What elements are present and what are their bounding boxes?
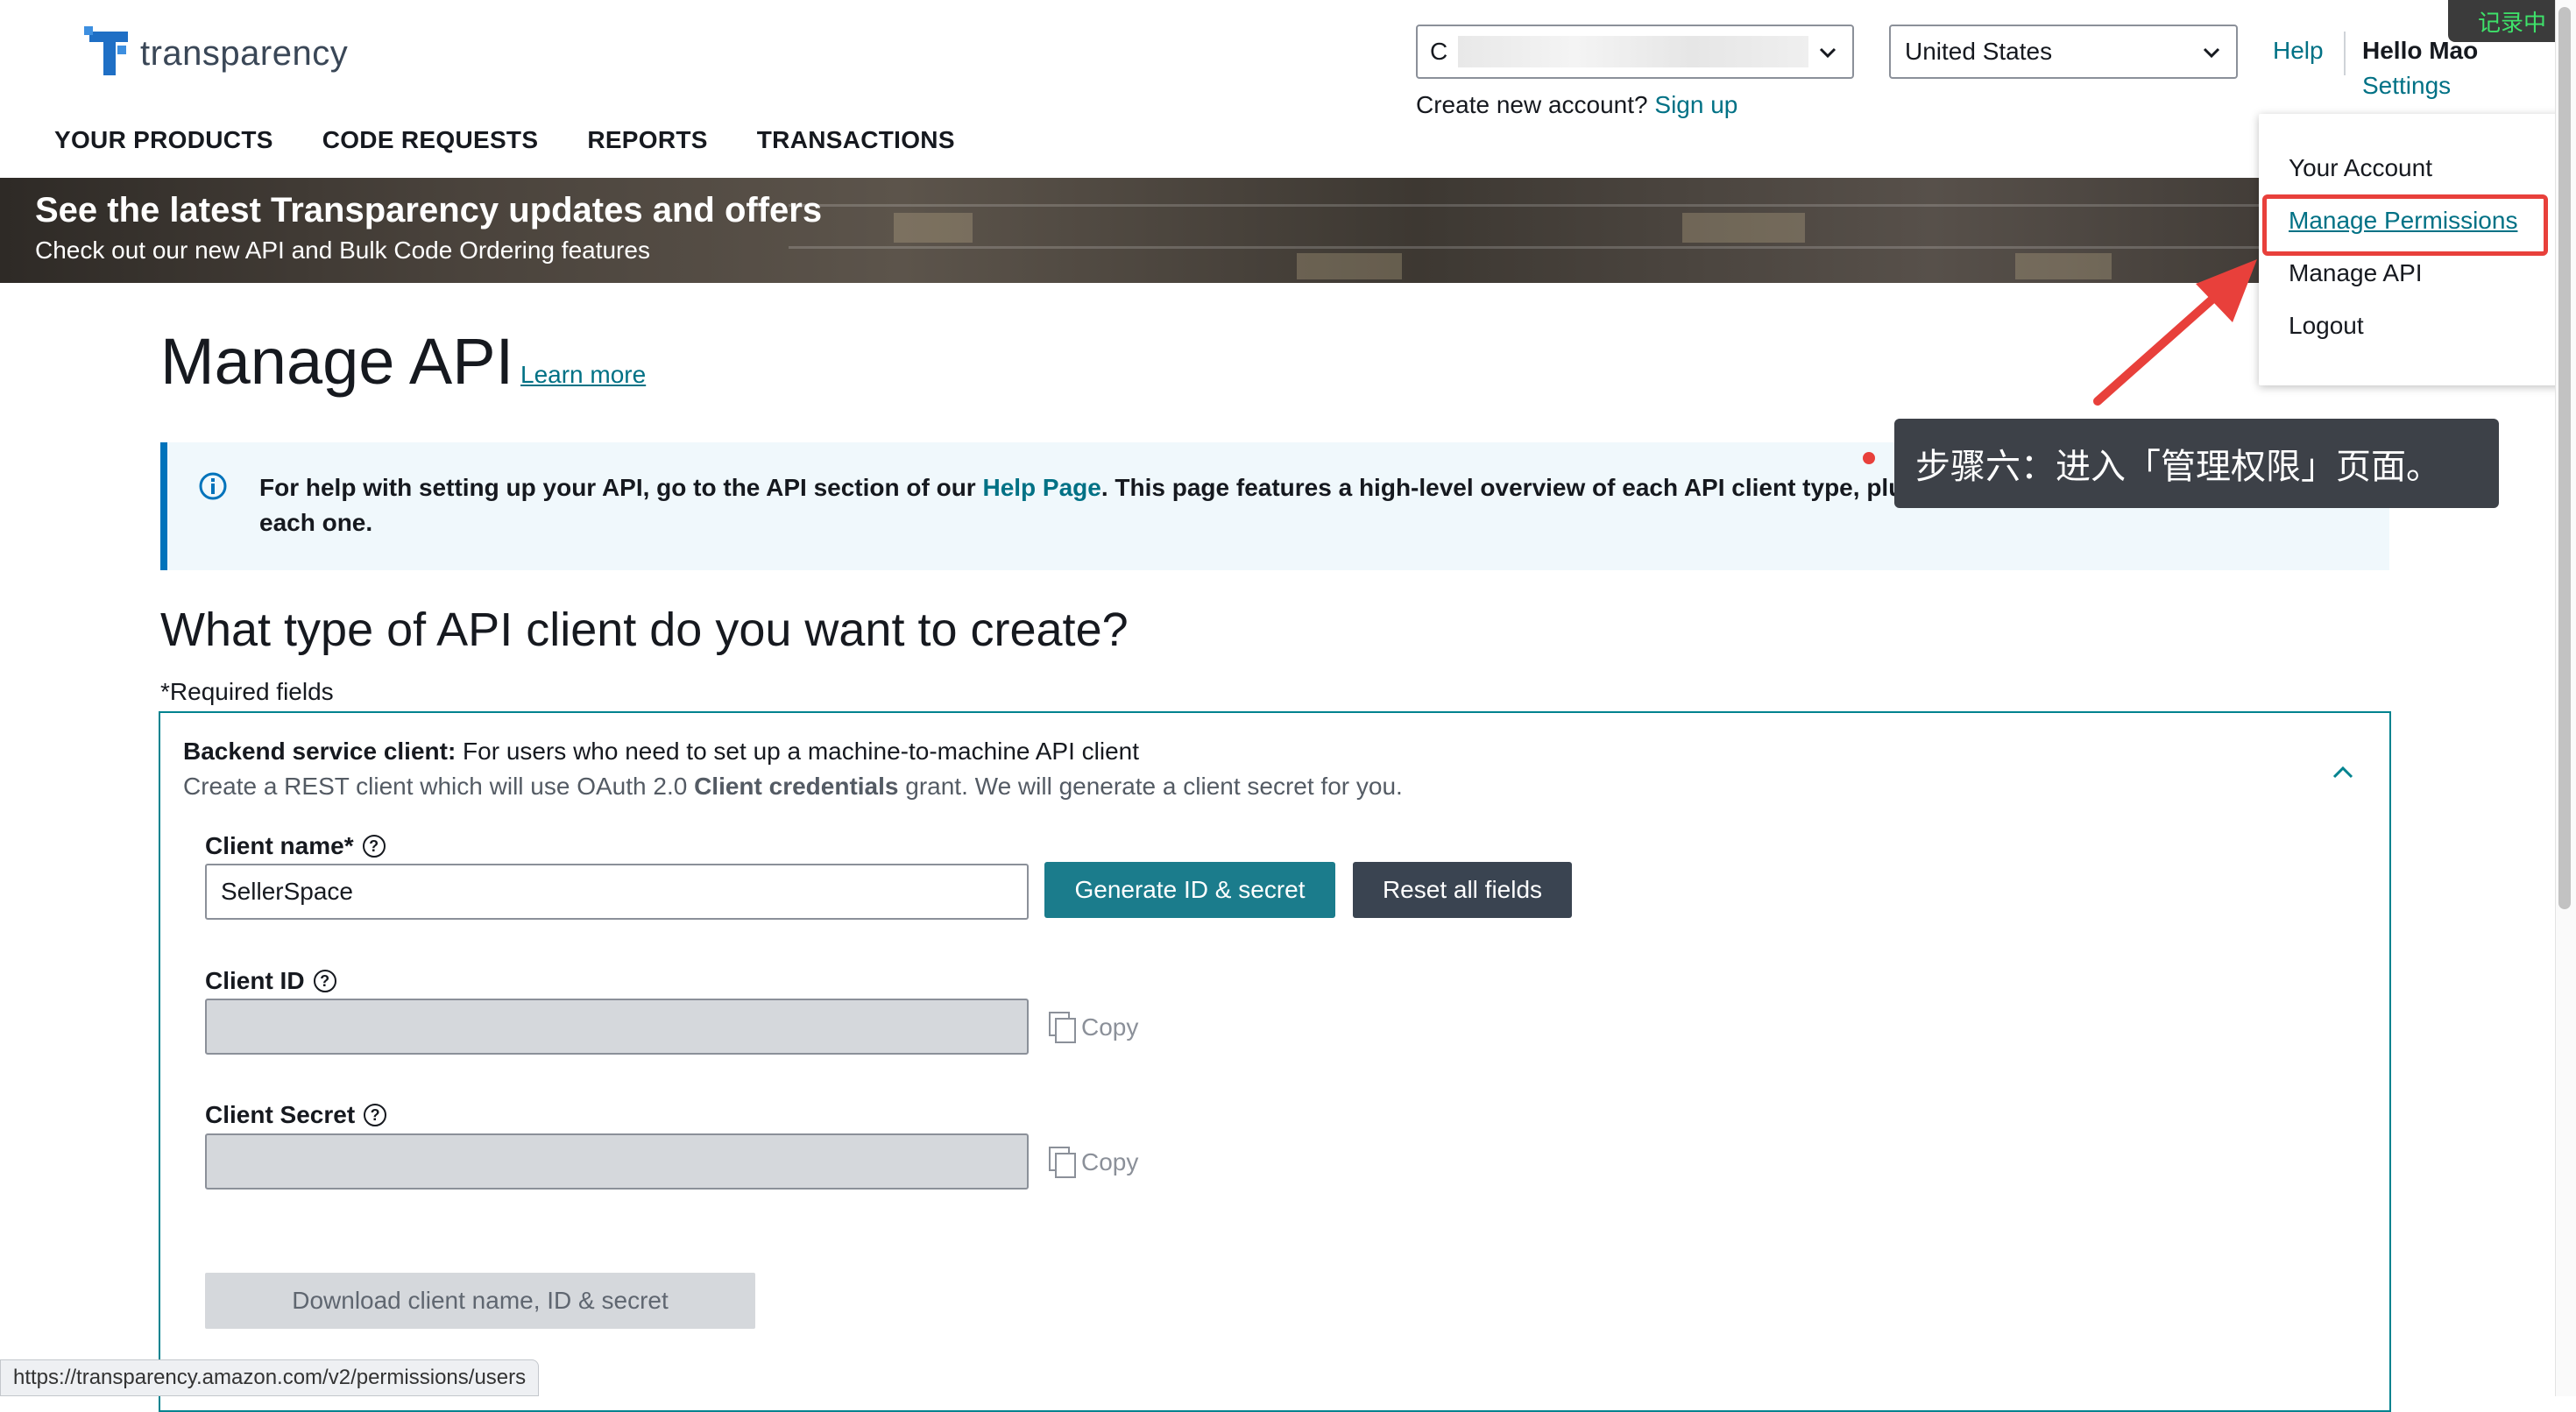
main-nav: YOUR PRODUCTS CODE REQUESTS REPORTS TRAN…	[54, 126, 955, 154]
account-name-redacted	[1458, 36, 1809, 67]
nav-transactions[interactable]: TRANSACTIONS	[757, 126, 955, 154]
chevron-down-icon	[2203, 47, 2220, 59]
client-id-field[interactable]	[205, 999, 1029, 1055]
client-id-label-text: Client ID	[205, 967, 305, 994]
banner-shelf	[789, 204, 2453, 207]
client-name-input[interactable]	[205, 864, 1029, 920]
sign-up-link[interactable]: Sign up	[1654, 91, 1737, 118]
help-question-icon[interactable]: ?	[364, 1104, 387, 1126]
settings-link[interactable]: Settings	[2362, 72, 2451, 100]
page-title: Manage API	[160, 325, 514, 398]
reset-all-fields-button[interactable]: Reset all fields	[1353, 862, 1572, 918]
transparency-logo-icon	[84, 26, 128, 75]
help-link[interactable]: Help	[2273, 37, 2324, 65]
client-id-label: Client ID ?	[205, 967, 336, 995]
nav-your-products[interactable]: YOUR PRODUCTS	[54, 126, 273, 154]
header-divider	[2344, 32, 2346, 75]
account-select[interactable]: C	[1416, 25, 1854, 79]
client-name-label-text: Client name*	[205, 832, 354, 859]
status-bar-url: https://transparency.amazon.com/v2/permi…	[0, 1359, 540, 1396]
create-account-prompt: Create new account?	[1416, 91, 1648, 118]
backend-client-title-rest: For users who need to set up a machine-t…	[456, 738, 1140, 765]
create-account-row: Create new account? Sign up	[1416, 91, 1737, 119]
client-secret-field[interactable]	[205, 1133, 1029, 1190]
client-type-question: What type of API client do you want to c…	[160, 604, 1129, 656]
nav-reports[interactable]: REPORTS	[587, 126, 707, 154]
country-select[interactable]: United States	[1889, 25, 2238, 79]
generate-id-secret-button[interactable]: Generate ID & secret	[1044, 862, 1335, 918]
banner-bin	[1297, 253, 1402, 279]
logo-text: transparency	[140, 33, 349, 73]
backend-client-title: Backend service client: For users who ne…	[183, 738, 1139, 766]
banner-bin	[1682, 213, 1805, 243]
backend-desc-bold: Client credentials	[694, 773, 899, 800]
backend-client-description: Create a REST client which will use OAut…	[183, 773, 1403, 801]
info-text-before: For help with setting up your API, go to…	[259, 474, 983, 501]
help-question-icon[interactable]: ?	[313, 970, 336, 992]
copy-client-secret-button[interactable]: Copy	[1048, 1146, 1138, 1179]
learn-more-link[interactable]: Learn more	[520, 361, 646, 389]
banner-title: See the latest Transparency updates and …	[35, 191, 823, 229]
copy-client-id-button[interactable]: Copy	[1048, 1011, 1138, 1044]
menu-item-manage-api[interactable]: Manage API	[2289, 259, 2423, 287]
backend-desc-after: grant. We will generate a client secret …	[898, 773, 1403, 800]
annotation-arrow-icon	[2093, 259, 2257, 406]
info-icon	[199, 472, 227, 500]
menu-item-your-account[interactable]: Your Account	[2289, 154, 2432, 182]
required-fields-note: *Required fields	[160, 678, 334, 705]
copy-icon	[1049, 1147, 1076, 1178]
chevron-up-icon[interactable]	[2331, 760, 2355, 785]
backend-client-title-bold: Backend service client:	[183, 738, 456, 765]
client-secret-label: Client Secret ?	[205, 1101, 387, 1129]
client-name-label: Client name* ?	[205, 832, 386, 860]
copy-label: Copy	[1081, 1148, 1139, 1175]
highlight-box	[2262, 194, 2548, 256]
banner-subtitle: Check out our new API and Bulk Code Orde…	[35, 237, 650, 264]
backend-desc-before: Create a REST client which will use OAut…	[183, 773, 695, 800]
client-secret-label-text: Client Secret	[205, 1101, 356, 1128]
step-annotation-tooltip: 步骤六：进入「管理权限」页面。	[1894, 419, 2499, 508]
banner-bin	[894, 213, 973, 243]
page-scrollbar-thumb[interactable]	[2558, 7, 2571, 909]
menu-item-logout[interactable]: Logout	[2289, 312, 2364, 340]
country-select-value: United States	[1905, 38, 2053, 65]
chevron-down-icon	[1819, 47, 1836, 59]
copy-icon	[1049, 1012, 1076, 1043]
transparency-logo[interactable]: transparency	[84, 26, 348, 81]
annotation-dot	[1863, 452, 1875, 464]
banner-shelf	[789, 246, 2453, 249]
download-client-credentials-button[interactable]: Download client name, ID & secret	[205, 1273, 755, 1329]
help-page-link[interactable]: Help Page	[982, 474, 1100, 501]
nav-code-requests[interactable]: CODE REQUESTS	[322, 126, 539, 154]
copy-label: Copy	[1081, 1013, 1139, 1041]
account-select-value: C	[1430, 38, 1448, 65]
help-question-icon[interactable]: ?	[362, 835, 386, 858]
